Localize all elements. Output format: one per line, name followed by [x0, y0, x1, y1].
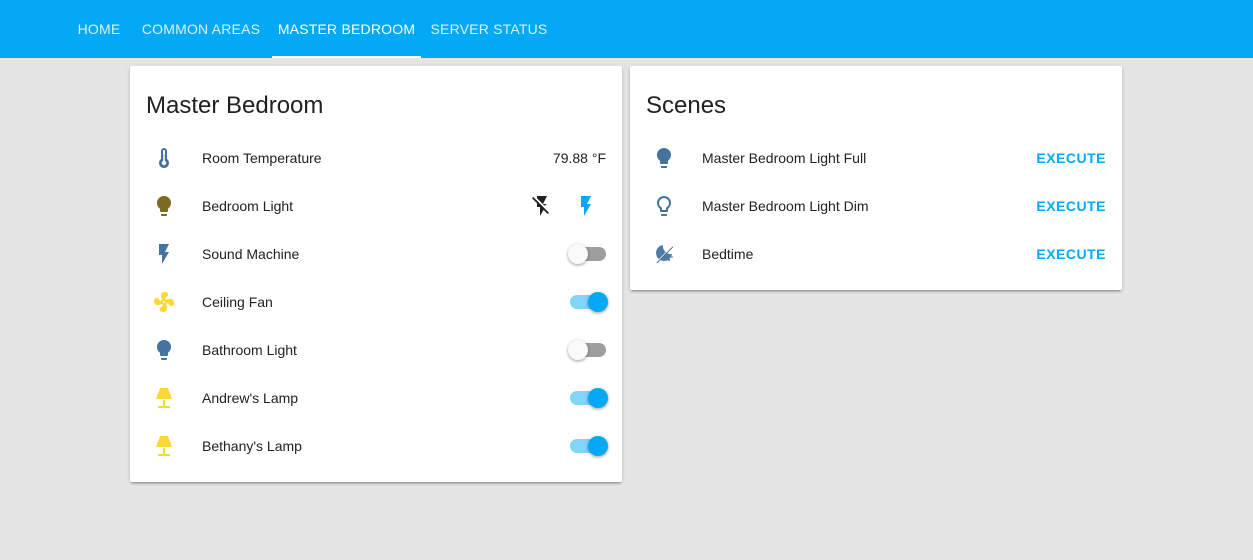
tab-common-areas[interactable]: COMMON AREAS — [132, 0, 270, 58]
top-app-bar: HOME COMMON AREAS MASTER BEDROOM SERVER … — [0, 0, 1253, 58]
scene-name: Master Bedroom Light Dim — [702, 198, 869, 214]
sound-machine-toggle[interactable] — [568, 244, 606, 264]
entity-row-room-temperature[interactable]: Room Temperature 79.88 °F — [130, 134, 622, 182]
entity-row-ceiling-fan[interactable]: Ceiling Fan — [130, 278, 622, 326]
tab-master-bedroom[interactable]: MASTER BEDROOM — [272, 0, 421, 58]
temperature-value: 79.88 °F — [552, 150, 606, 166]
lightbulb-outline-icon — [652, 194, 676, 218]
lightbulb-icon — [152, 338, 176, 362]
ceiling-fan-toggle[interactable] — [570, 292, 608, 312]
entity-name: Andrew's Lamp — [202, 390, 299, 406]
flash-icon[interactable] — [574, 194, 598, 218]
bethanys-lamp-toggle[interactable] — [570, 436, 608, 456]
entity-row-bethanys-lamp[interactable]: Bethany's Lamp — [130, 422, 622, 470]
entity-row-bedroom-light[interactable]: Bedroom Light — [130, 182, 622, 230]
scene-row-light-dim: Master Bedroom Light Dim EXECUTE — [630, 182, 1122, 230]
scene-row-light-full: Master Bedroom Light Full EXECUTE — [630, 134, 1122, 182]
scene-row-bedtime: Bedtime EXECUTE — [630, 230, 1122, 278]
scenes-card: Scenes Master Bedroom Light Full EXECUTE… — [630, 66, 1122, 290]
fan-icon — [152, 290, 176, 314]
weather-night-icon — [652, 242, 676, 266]
entity-name: Bedroom Light — [202, 198, 294, 214]
card-title: Scenes — [646, 92, 727, 119]
entity-row-andrews-lamp[interactable]: Andrew's Lamp — [130, 374, 622, 422]
entity-name: Sound Machine — [202, 246, 300, 262]
execute-button[interactable]: EXECUTE — [1036, 198, 1106, 214]
card-title: Master Bedroom — [146, 92, 324, 119]
tab-home[interactable]: HOME — [66, 0, 132, 58]
thermometer-icon — [152, 146, 176, 170]
flash-icon — [152, 242, 176, 266]
entity-name: Bathroom Light — [202, 342, 297, 358]
entity-row-sound-machine[interactable]: Sound Machine — [130, 230, 622, 278]
entity-name: Bethany's Lamp — [202, 438, 302, 454]
tab-server-status[interactable]: SERVER STATUS — [421, 0, 557, 58]
entity-row-bathroom-light[interactable]: Bathroom Light — [130, 326, 622, 374]
bathroom-light-toggle[interactable] — [568, 340, 606, 360]
lamp-icon — [152, 434, 176, 458]
execute-button[interactable]: EXECUTE — [1036, 150, 1106, 166]
entity-name: Room Temperature — [202, 150, 322, 166]
lamp-icon — [152, 386, 176, 410]
scene-name: Bedtime — [702, 246, 754, 262]
scene-name: Master Bedroom Light Full — [702, 150, 867, 166]
flash-off-icon[interactable] — [530, 194, 554, 218]
execute-button[interactable]: EXECUTE — [1036, 246, 1106, 262]
entity-name: Ceiling Fan — [202, 294, 273, 310]
master-bedroom-card: Master Bedroom Room Temperature 79.88 °F… — [130, 66, 622, 482]
lightbulb-icon — [652, 146, 676, 170]
lightbulb-icon — [152, 194, 176, 218]
andrews-lamp-toggle[interactable] — [570, 388, 608, 408]
